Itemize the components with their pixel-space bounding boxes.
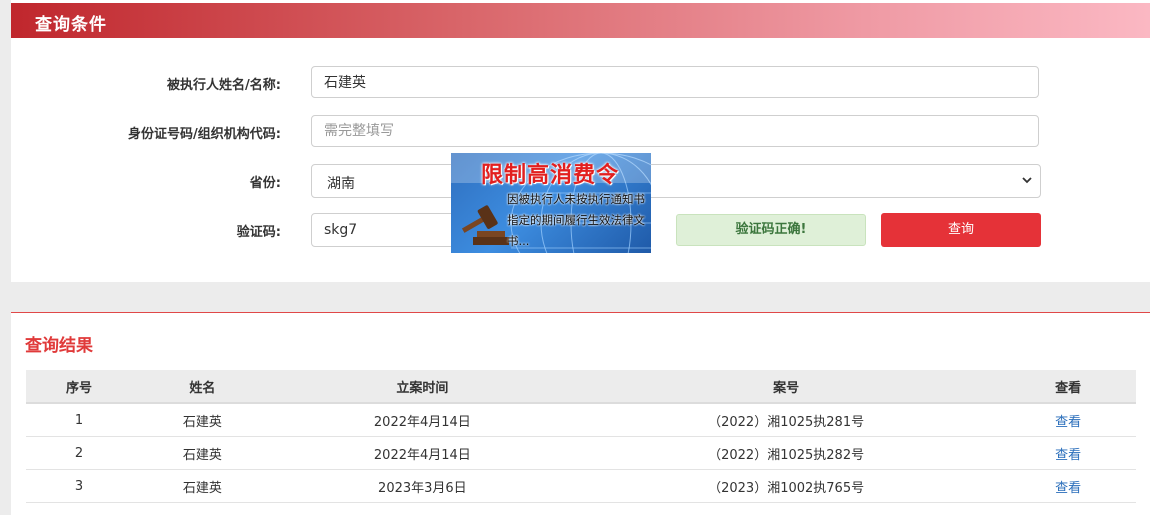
results-title: 查询结果	[25, 336, 93, 356]
gavel-icon	[461, 205, 509, 245]
view-link[interactable]: 查看	[1055, 448, 1081, 463]
ad-text: 因被执行人未按执行通知书指定的期间履行生效法律文书...	[507, 192, 645, 248]
column-header: 案号	[572, 370, 1001, 404]
view-link[interactable]: 查看	[1055, 415, 1081, 430]
ad-title: 限制高消费令	[481, 163, 620, 188]
column-header: 序号	[26, 370, 133, 404]
name-input[interactable]	[311, 66, 1039, 98]
captcha-status-badge: 验证码正确!	[676, 214, 866, 246]
table-row: 2 石建英 2022年4月14日 （2022）湘1025执282号 查看	[26, 436, 1136, 470]
province-selected-value: 湖南	[327, 176, 355, 192]
row-date: 2022年4月14日	[272, 436, 572, 470]
table-row: 1 石建英 2022年4月14日 （2022）湘1025执281号 查看	[26, 403, 1136, 437]
row-number: 3	[26, 469, 133, 503]
table-header-row: 序号 姓名 立案时间 案号 查看	[26, 370, 1136, 404]
row-number: 2	[26, 436, 133, 470]
results-panel: 查询结果 序号 姓名 立案时间 案号 查看 1 石建英 2022年4月14日 （…	[11, 312, 1150, 515]
id-row: 身份证号码/组织机构代码:	[11, 115, 1150, 149]
name-label: 被执行人姓名/名称:	[167, 78, 281, 93]
view-link[interactable]: 查看	[1055, 481, 1081, 496]
name-row: 被执行人姓名/名称:	[11, 66, 1150, 100]
column-header: 查看	[1000, 370, 1136, 404]
province-label: 省份:	[249, 176, 281, 191]
id-input[interactable]	[311, 115, 1039, 147]
captcha-label: 验证码:	[236, 225, 281, 240]
query-button[interactable]: 查询	[881, 213, 1041, 247]
row-number: 1	[26, 403, 133, 437]
row-case-number: （2022）湘1025执281号	[572, 403, 1001, 437]
row-case-number: （2022）湘1025执282号	[572, 436, 1001, 470]
row-case-number: （2023）湘1002执765号	[572, 469, 1001, 503]
results-table: 序号 姓名 立案时间 案号 查看 1 石建英 2022年4月14日 （2022）…	[26, 370, 1136, 503]
row-date: 2023年3月6日	[272, 469, 572, 503]
query-panel-header: 查询条件	[11, 3, 1150, 38]
id-label: 身份证号码/组织机构代码:	[128, 127, 281, 142]
chevron-down-icon	[1022, 177, 1032, 184]
query-panel-title: 查询条件	[35, 15, 107, 35]
column-header: 姓名	[132, 370, 273, 404]
ad-banner[interactable]: 限制高消费令 因被执行人未按执行通知书指定的期间履行生效法律文书...	[451, 153, 651, 253]
row-name: 石建英	[132, 436, 273, 470]
row-date: 2022年4月14日	[272, 403, 572, 437]
row-name: 石建英	[132, 403, 273, 437]
column-header: 立案时间	[272, 370, 572, 404]
table-row: 3 石建英 2023年3月6日 （2023）湘1002执765号 查看	[26, 469, 1136, 503]
province-select[interactable]: 湖南	[311, 164, 1041, 198]
row-name: 石建英	[132, 469, 273, 503]
